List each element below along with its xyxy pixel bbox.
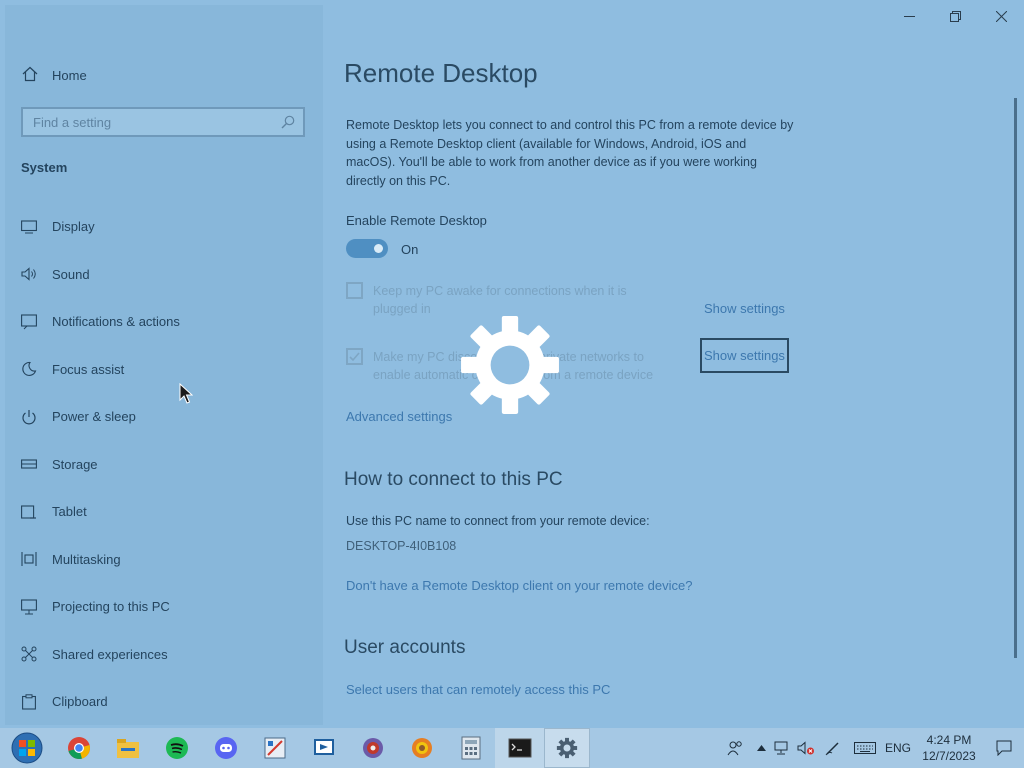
- keep-awake-line1: Keep my PC awake for connections when it…: [373, 284, 627, 298]
- clipboard-icon: [20, 693, 38, 711]
- calculator-icon[interactable]: [446, 728, 495, 768]
- minimize-icon[interactable]: [886, 0, 932, 32]
- scrollbar[interactable]: [1014, 98, 1017, 658]
- sidebar-item-display[interactable]: Display: [20, 203, 180, 251]
- storage-icon: [20, 455, 38, 473]
- user-accounts-heading: User accounts: [344, 637, 466, 658]
- advanced-settings-link[interactable]: Advanced settings: [346, 409, 452, 424]
- sidebar-item-power-sleep[interactable]: Power & sleep: [20, 393, 180, 441]
- main-content: Remote Desktop Remote Desktop lets you c…: [344, 58, 814, 697]
- close-icon[interactable]: [978, 0, 1024, 32]
- sidebar-item-label: Storage: [52, 456, 98, 472]
- projecting-icon: [20, 598, 38, 616]
- sidebar-item-label: Display: [52, 219, 95, 235]
- settings-window: Home System Display Sound Notifications …: [0, 0, 1024, 728]
- home-label: Home: [52, 68, 87, 83]
- sidebar-item-notifications[interactable]: Notifications & actions: [20, 298, 180, 346]
- description-text: Remote Desktop lets you connect to and c…: [346, 118, 794, 188]
- start-icon[interactable]: [0, 728, 54, 768]
- sidebar-item-label: Notifications & actions: [52, 314, 180, 330]
- clock-time: 4:24 PM: [926, 733, 972, 747]
- sidebar-item-label: Projecting to this PC: [52, 599, 170, 615]
- checkmark-icon: [349, 352, 360, 362]
- clock-date: 12/7/2023: [922, 749, 976, 763]
- enable-remote-desktop-label: Enable Remote Desktop: [346, 213, 487, 228]
- discord-icon[interactable]: [201, 728, 250, 768]
- media-disc-icon[interactable]: [348, 728, 397, 768]
- enable-remote-desktop-toggle[interactable]: [346, 239, 388, 258]
- clock[interactable]: 4:24 PM 12/7/2023: [914, 732, 984, 764]
- notification-center-icon[interactable]: [984, 728, 1024, 768]
- power-icon: [20, 408, 38, 426]
- home-icon: [22, 66, 38, 85]
- discoverable-show-settings-link[interactable]: Show settings: [700, 338, 789, 373]
- moon-icon: [20, 360, 38, 378]
- mouse-cursor-icon: [179, 382, 194, 410]
- sidebar-item-tablet[interactable]: Tablet: [20, 488, 180, 536]
- sidebar-nav: Display Sound Notifications & actions Fo…: [20, 203, 180, 726]
- sidebar-item-sound[interactable]: Sound: [20, 251, 180, 299]
- show-hidden-icons-icon[interactable]: [752, 728, 770, 768]
- network-icon[interactable]: [770, 728, 794, 768]
- keyboard-icon[interactable]: [848, 728, 882, 768]
- pc-name-value: DESKTOP-4I0B108: [346, 539, 457, 553]
- spotify-icon[interactable]: [152, 728, 201, 768]
- display-icon: [20, 218, 38, 236]
- shared-icon: [20, 645, 38, 663]
- select-users-link[interactable]: Select users that can remotely access th…: [346, 682, 610, 697]
- volume-muted-icon[interactable]: [794, 728, 818, 768]
- how-to-connect-heading: How to connect to this PC: [344, 469, 563, 490]
- chrome-icon[interactable]: [54, 728, 103, 768]
- tablet-icon: [20, 503, 38, 521]
- sidebar-item-label: Sound: [52, 266, 90, 282]
- sidebar-item-multitasking[interactable]: Multitasking: [20, 536, 180, 584]
- sidebar-item-label: Clipboard: [52, 694, 108, 710]
- toggle-state-label: On: [401, 242, 419, 257]
- restore-icon[interactable]: [932, 0, 978, 32]
- photo-app-icon[interactable]: [397, 728, 446, 768]
- search-input[interactable]: [23, 109, 283, 135]
- search-icon[interactable]: [281, 115, 295, 134]
- window-controls: [886, 0, 1024, 32]
- keep-awake-show-settings-link[interactable]: Show settings: [704, 301, 785, 316]
- file-explorer-icon[interactable]: [103, 728, 152, 768]
- keep-awake-checkbox[interactable]: [346, 282, 363, 299]
- sidebar-item-label: Focus assist: [52, 361, 125, 377]
- language-indicator[interactable]: ENG: [882, 728, 914, 768]
- toggle-knob: [374, 244, 383, 253]
- search-box[interactable]: [21, 107, 305, 137]
- system-tray: ENG 4:24 PM 12/7/2023: [718, 728, 1024, 768]
- pen-icon[interactable]: [818, 728, 848, 768]
- loading-gear-icon: [459, 314, 561, 421]
- sidebar-item-label: Power & sleep: [52, 409, 136, 425]
- multitasking-icon: [20, 550, 38, 568]
- sidebar-item-label: Tablet: [52, 504, 87, 520]
- people-icon[interactable]: [718, 728, 752, 768]
- notifications-icon: [20, 313, 38, 331]
- settings-icon[interactable]: [544, 728, 590, 768]
- sidebar-item-shared-experiences[interactable]: Shared experiences: [20, 631, 180, 679]
- sidebar-item-projecting[interactable]: Projecting to this PC: [20, 583, 180, 631]
- sidebar-item-label: Multitasking: [52, 551, 121, 567]
- taskbar: ENG 4:24 PM 12/7/2023: [0, 728, 1024, 768]
- sidebar-item-focus-assist[interactable]: Focus assist: [20, 346, 180, 394]
- sidebar-item-storage[interactable]: Storage: [20, 441, 180, 489]
- discoverable-checkbox[interactable]: [346, 348, 363, 365]
- paint-icon[interactable]: [250, 728, 299, 768]
- how-to-connect-text: Use this PC name to connect from your re…: [346, 514, 650, 528]
- sound-icon: [20, 265, 38, 283]
- client-download-link[interactable]: Don't have a Remote Desktop client on yo…: [346, 578, 692, 593]
- page-title: Remote Desktop: [344, 58, 538, 88]
- terminal-icon[interactable]: [495, 728, 544, 768]
- keep-awake-label: Keep my PC awake for connections when it…: [373, 282, 627, 318]
- home-link[interactable]: Home: [22, 66, 87, 85]
- group-label-system: System: [21, 160, 68, 175]
- sidebar-item-label: Shared experiences: [52, 646, 168, 662]
- sidebar-item-clipboard[interactable]: Clipboard: [20, 678, 180, 726]
- remote-app-icon[interactable]: [299, 728, 348, 768]
